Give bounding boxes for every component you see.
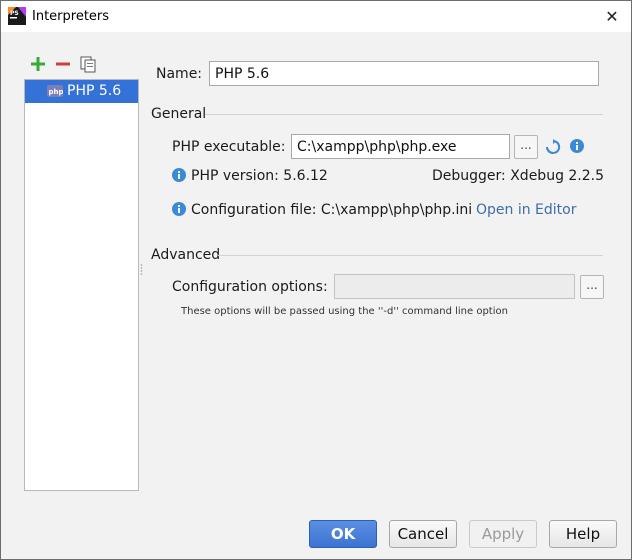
config-file-text: Configuration file: C:\xampp\php\php.ini (191, 202, 473, 218)
interpreter-list-item[interactable]: php PHP 5.6 (25, 80, 138, 103)
title-bar: PS Interpreters ✕ (1, 1, 631, 32)
general-divider (205, 114, 603, 115)
php-version-text: PHP version: 5.6.12 (191, 168, 328, 184)
close-icon: ✕ (605, 7, 619, 26)
php-icon: php (47, 85, 63, 97)
name-label: Name: (156, 66, 203, 82)
name-input[interactable] (209, 61, 599, 86)
reload-icon[interactable] (545, 139, 561, 155)
config-options-browse-button[interactable]: ... (580, 275, 604, 299)
config-options-hint: These options will be passed using the '… (181, 306, 508, 317)
phpstorm-app-icon: PS (8, 7, 26, 25)
ok-button[interactable]: OK (309, 520, 377, 548)
advanced-section-title: Advanced (151, 247, 221, 263)
interpreter-list[interactable]: php PHP 5.6 (24, 79, 139, 491)
config-options-label: Configuration options: (172, 279, 328, 295)
config-options-input[interactable] (334, 274, 575, 299)
close-button[interactable]: ✕ (599, 4, 625, 30)
interpreter-label: PHP 5.6 (67, 83, 122, 99)
info-icon[interactable] (570, 139, 584, 153)
svg-text:PS: PS (10, 10, 19, 17)
info-icon (172, 168, 186, 182)
php-executable-browse-button[interactable]: ... (514, 135, 538, 159)
general-section-title: General (151, 106, 207, 122)
open-in-editor-link[interactable]: Open in Editor (476, 202, 577, 218)
svg-text:php: php (49, 88, 64, 96)
debugger-text: Debugger: Xdebug 2.2.5 (432, 168, 605, 184)
interpreters-dialog: PS Interpreters ✕ php PHP 5.6 Name: PHP … (0, 0, 632, 560)
apply-button[interactable]: Apply (469, 520, 537, 548)
copy-icon[interactable] (79, 55, 97, 73)
php-executable-input[interactable] (291, 134, 510, 159)
splitter-handle[interactable] (140, 263, 143, 277)
cancel-button[interactable]: Cancel (389, 520, 457, 548)
php-executable-label: PHP executable: (172, 139, 286, 155)
minus-icon[interactable] (54, 55, 72, 73)
plus-icon[interactable] (29, 55, 47, 73)
window-title: Interpreters (32, 9, 110, 24)
help-button[interactable]: Help (549, 520, 617, 548)
advanced-divider (218, 255, 603, 256)
info-icon (172, 202, 186, 216)
